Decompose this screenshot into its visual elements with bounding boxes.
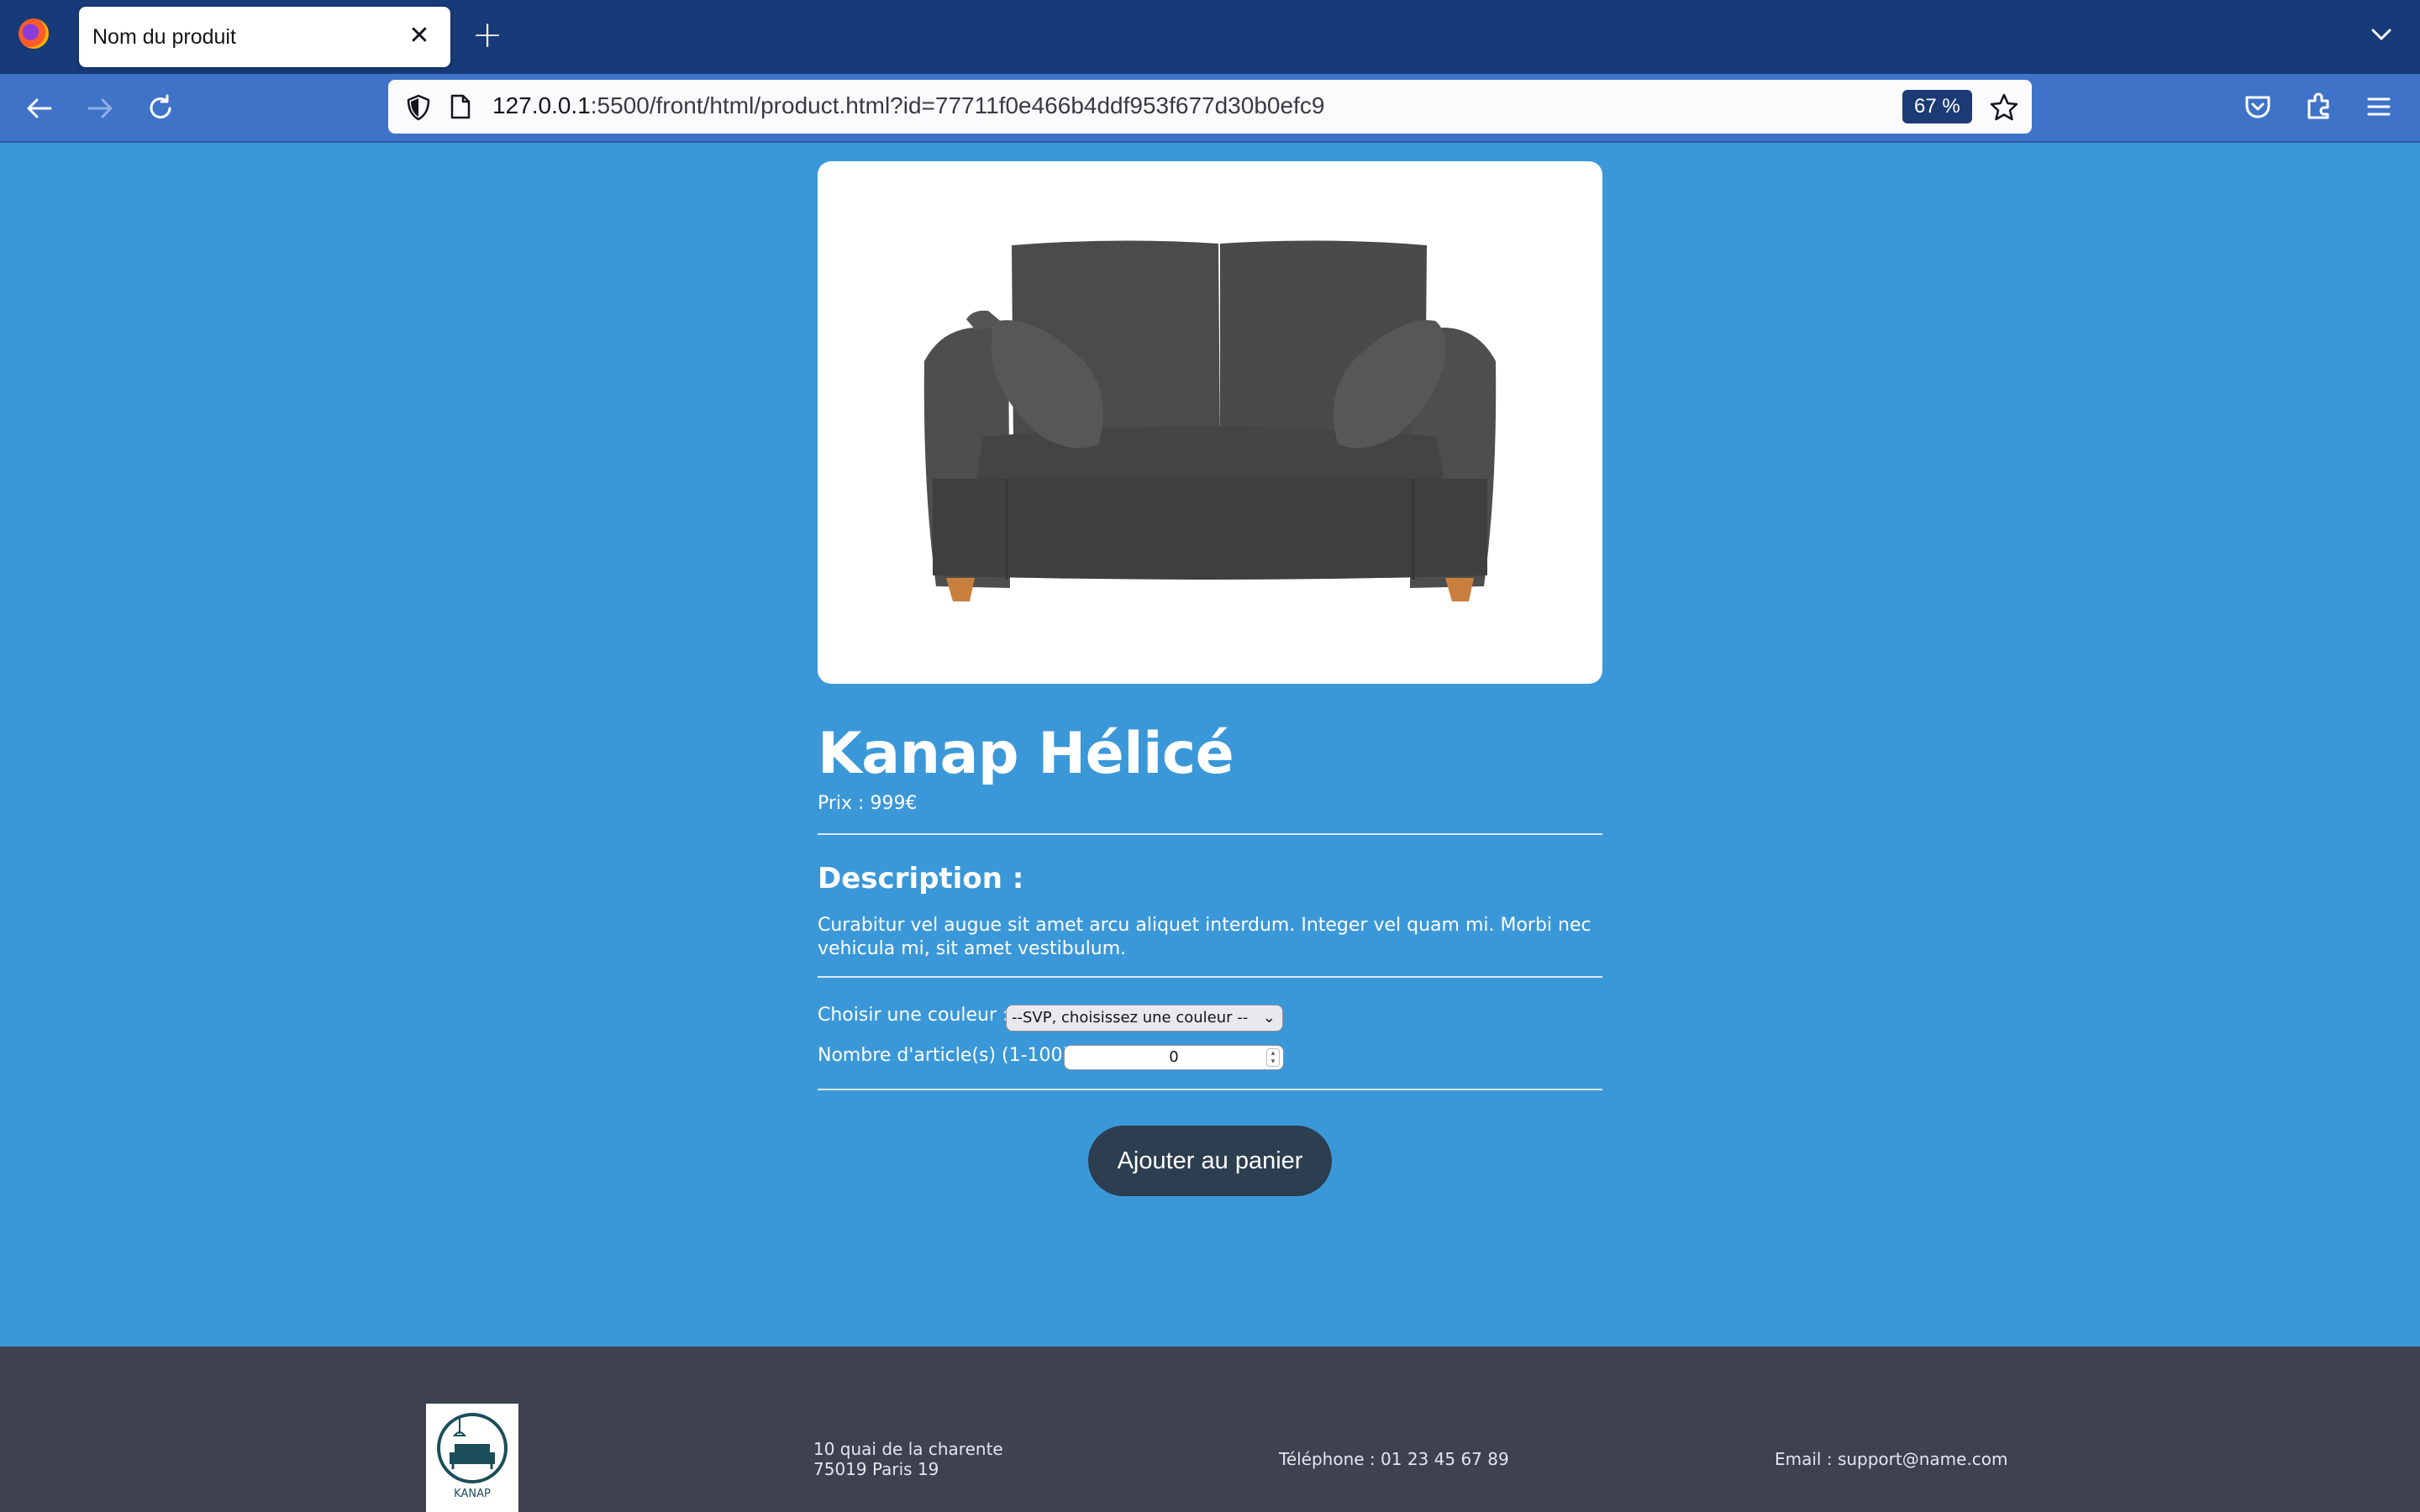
url-path: :5500/front/html/product.html?id=77711f0…	[590, 92, 1325, 118]
divider	[818, 1089, 1602, 1090]
add-to-cart-button[interactable]: Ajouter au panier	[1088, 1126, 1332, 1196]
product-title: Kanap Hélicé	[818, 721, 1234, 787]
product-price: Prix : 999€	[818, 793, 918, 814]
sofa-logo-icon	[437, 1413, 508, 1483]
chevron-down-icon: ⌄	[1262, 1009, 1276, 1026]
url-text[interactable]: 127.0.0.1:5500/front/html/product.html?i…	[492, 92, 1324, 119]
divider	[818, 976, 1602, 978]
quantity-value: 0	[1169, 1048, 1179, 1066]
browser-nav-bar: 127.0.0.1:5500/front/html/product.html?i…	[0, 74, 2420, 143]
url-bar[interactable]: 127.0.0.1:5500/front/html/product.html?i…	[388, 80, 2032, 134]
kanap-logo: KANAP	[426, 1404, 518, 1512]
hamburger-menu-icon[interactable]	[2361, 89, 2396, 124]
divider	[818, 833, 1602, 835]
color-select-value: --SVP, choisissez une couleur --	[1012, 1009, 1249, 1026]
zoom-level-badge[interactable]: 67 %	[1902, 90, 1972, 123]
forward-arrow-icon[interactable]	[81, 89, 119, 128]
page-info-icon[interactable]	[449, 93, 472, 120]
pocket-icon[interactable]	[2240, 89, 2275, 124]
footer-phone: Téléphone : 01 23 45 67 89	[1279, 1449, 1509, 1469]
product-description: Curabitur vel augue sit amet arcu alique…	[818, 915, 1591, 959]
extensions-puzzle-icon[interactable]	[2301, 89, 2336, 124]
active-tab[interactable]: Nom du produit ✕	[79, 7, 450, 67]
footer-address: 10 quai de la charente 75019 Paris 19	[813, 1439, 1003, 1479]
quantity-label: Nombre d'article(s) (1-100) :	[818, 1045, 1082, 1066]
sofa-image	[923, 240, 1497, 601]
tab-title: Nom du produit	[92, 25, 236, 49]
reload-icon[interactable]	[141, 89, 180, 128]
description-heading: Description :	[818, 862, 1024, 895]
color-select[interactable]: --SVP, choisissez une couleur -- ⌄	[1006, 1005, 1283, 1032]
quantity-input[interactable]: 0 ▴ ▾	[1064, 1045, 1284, 1070]
shield-icon[interactable]	[405, 93, 432, 122]
footer-email: Email : support@name.com	[1775, 1449, 2008, 1469]
address-line-2: 75019 Paris 19	[813, 1459, 939, 1479]
back-arrow-icon[interactable]	[20, 89, 59, 128]
logo-text: KANAP	[454, 1488, 491, 1500]
url-host: 127.0.0.1	[492, 92, 591, 118]
quantity-spinner[interactable]: ▴ ▾	[1266, 1048, 1280, 1067]
new-tab-button[interactable]: +	[471, 17, 504, 54]
color-label: Choisir une couleur :	[818, 1005, 1009, 1026]
list-all-tabs-icon[interactable]	[2368, 24, 2395, 47]
address-line-1: 10 quai de la charente	[813, 1439, 1003, 1459]
footer: KANAP 10 quai de la charente 75019 Paris…	[0, 1347, 2420, 1512]
tab-close-icon[interactable]: ✕	[403, 20, 435, 52]
browser-tab-bar: Nom du produit ✕ +	[0, 0, 2420, 74]
firefox-logo-icon	[18, 18, 49, 49]
bookmark-star-icon[interactable]	[1988, 92, 2020, 123]
